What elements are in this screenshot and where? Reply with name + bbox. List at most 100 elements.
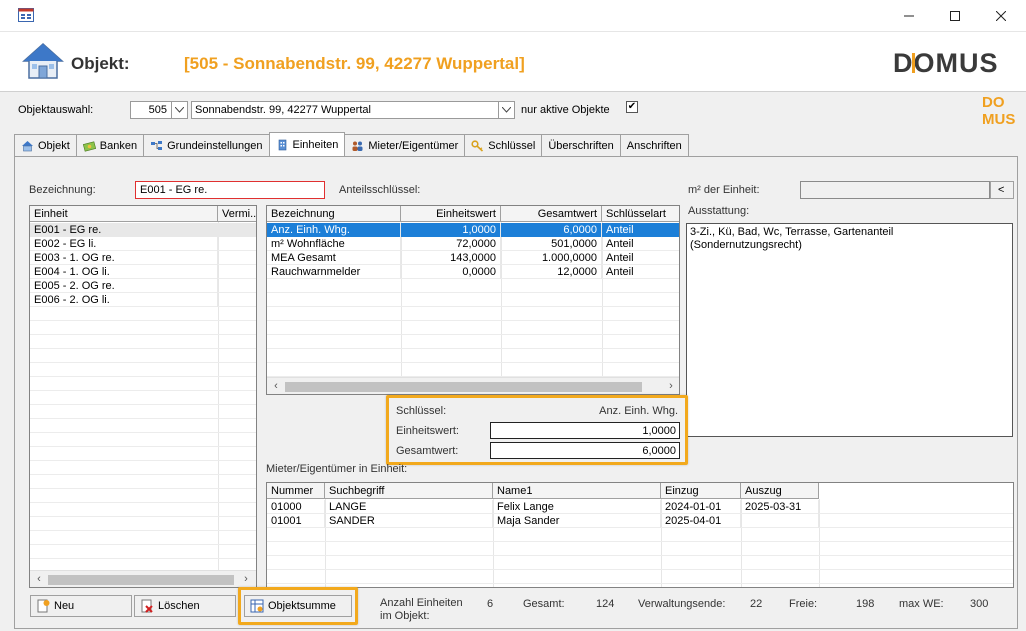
objektsumme-button[interactable]: Objektsumme xyxy=(244,595,352,617)
tab-schluessel[interactable]: Schlüssel xyxy=(464,134,543,156)
table-cell: m² Wohnfläche xyxy=(267,237,401,251)
scroll-left-icon[interactable]: ‹ xyxy=(33,573,45,586)
ausstattung-label: Ausstattung: xyxy=(688,205,750,217)
scroll-right-icon[interactable]: › xyxy=(665,380,677,393)
tenant-row[interactable]: 01000 LANGE Felix Lange 2024-01-01 2025-03-3… xyxy=(267,500,1013,514)
column-header-einheit[interactable]: Einheit xyxy=(30,206,218,222)
close-button[interactable] xyxy=(978,0,1024,32)
column-header-name1[interactable]: Name1 xyxy=(493,483,661,499)
object-label: Objekt: xyxy=(71,54,130,73)
tab-ueberschriften[interactable]: Überschriften xyxy=(541,134,621,156)
unit-list-item[interactable]: E005 - 2. OG re. xyxy=(30,279,256,293)
object-address-dropdown[interactable] xyxy=(498,101,515,119)
column-header-vermietet[interactable]: Vermi.. xyxy=(218,206,256,222)
verwaltungsende-value: 22 xyxy=(750,598,763,610)
unit-list-item[interactable]: E002 - EG li. xyxy=(30,237,256,251)
column-header-suchbegriff[interactable]: Suchbegriff xyxy=(325,483,493,499)
tab-label: Schlüssel xyxy=(488,139,536,152)
house-icon xyxy=(22,140,33,151)
scrollbar-thumb[interactable] xyxy=(285,382,642,392)
unit-list-item[interactable]: E003 - 1. OG re. xyxy=(30,251,256,265)
table-cell: Anteil xyxy=(602,237,679,251)
unit-list-item[interactable]: E006 - 2. OG li. xyxy=(30,293,256,307)
unit-list-item[interactable]: E004 - 1. OG li. xyxy=(30,265,256,279)
m2-input[interactable] xyxy=(800,181,990,199)
column-header-schluesselart[interactable]: Schlüsselart xyxy=(602,206,679,222)
key-row[interactable]: Anz. Einh. Whg. 1,0000 6,0000 Anteil xyxy=(267,223,679,237)
max-we-label: max WE: xyxy=(899,598,944,610)
objektauswahl-label: Objektauswahl: xyxy=(18,104,94,116)
table-cell: 501,0000 xyxy=(501,237,602,251)
column-header-einheitswert[interactable]: Einheitswert xyxy=(401,206,501,222)
anteilsschluessel-label: Anteilsschlüssel: xyxy=(339,184,421,196)
delete-button[interactable]: Löschen xyxy=(134,595,236,617)
tab-grundeinstellungen[interactable]: Grundeinstellungen xyxy=(143,134,270,156)
table-cell: MEA Gesamt xyxy=(267,251,401,265)
table-cell: Anteil xyxy=(602,265,679,279)
tenants-label: Mieter/Eigentümer in Einheit: xyxy=(266,463,408,475)
unit-list-item[interactable]: E001 - EG re. xyxy=(30,223,256,237)
einheitswert-label: Einheitswert: xyxy=(396,425,459,437)
table-cell: 0,0000 xyxy=(401,265,501,279)
tab-mieter-eigentuemer[interactable]: Mieter/Eigentümer xyxy=(344,134,466,156)
einheitswert-input[interactable]: 1,0000 xyxy=(490,422,680,439)
tab-label: Anschriften xyxy=(626,139,682,152)
table-cell: 72,0000 xyxy=(401,237,501,251)
tenants-grid: Nummer Suchbegriff Name1 Einzug Auszug 0… xyxy=(266,482,1014,588)
column-header-auszug[interactable]: Auszug xyxy=(741,483,819,499)
domus-logo: DOMUS xyxy=(893,48,997,76)
keys-scrollbar[interactable]: ‹ › xyxy=(267,377,679,394)
app-icon xyxy=(18,8,34,22)
delete-button-label: Löschen xyxy=(158,600,200,612)
table-cell: 143,0000 xyxy=(401,251,501,265)
table-cell xyxy=(741,514,819,528)
tenant-row[interactable]: 01001 SANDER Maja Sander 2025-04-01 xyxy=(267,514,1013,528)
svg-text:MUS: MUS xyxy=(982,111,1015,127)
objektsumme-button-label: Objektsumme xyxy=(268,600,336,612)
table-cell: Rauchwarnmelder xyxy=(267,265,401,279)
close-icon xyxy=(996,11,1006,21)
object-title: [505 - Sonnabendstr. 99, 42277 Wuppertal… xyxy=(184,54,525,73)
table-cell: Anteil xyxy=(602,251,679,265)
column-header-einzug[interactable]: Einzug xyxy=(661,483,741,499)
tab-objekt[interactable]: Objekt xyxy=(14,134,77,156)
object-number-combo[interactable]: 505 xyxy=(130,101,172,119)
bezeichnung-input[interactable]: E001 - EG re. xyxy=(135,181,325,199)
tab-anschriften[interactable]: Anschriften xyxy=(619,134,689,156)
minimize-button[interactable] xyxy=(886,0,932,32)
tab-label: Grundeinstellungen xyxy=(167,139,263,152)
active-objects-checkbox[interactable]: ✔ xyxy=(626,101,638,113)
table-cell: Anteil xyxy=(602,223,679,237)
scroll-right-icon[interactable]: › xyxy=(240,573,252,586)
ausstattung-textarea[interactable]: 3-Zi., Kü, Bad, Wc, Terrasse, Gartenante… xyxy=(686,223,1013,437)
key-icon xyxy=(471,139,484,152)
anzahl-einheiten-label: Anzahl Einheiten xyxy=(380,597,463,609)
object-address-combo[interactable]: Sonnabendstr. 99, 42277 Wuppertal xyxy=(191,101,499,119)
unit-name: E005 - 2. OG re. xyxy=(30,279,218,293)
table-cell: Anz. Einh. Whg. xyxy=(267,223,401,237)
object-number-dropdown[interactable] xyxy=(171,101,188,119)
table-cell: 12,0000 xyxy=(501,265,602,279)
units-scrollbar[interactable]: ‹ › xyxy=(30,570,256,587)
gesamtwert-input[interactable]: 6,0000 xyxy=(490,442,680,459)
m2-label: m² der Einheit: xyxy=(688,184,760,196)
units-grid-header: Einheit Vermi.. xyxy=(30,206,256,222)
key-row[interactable]: MEA Gesamt 143,0000 1.000,0000 Anteil xyxy=(267,251,679,265)
column-header-nummer[interactable]: Nummer xyxy=(267,483,325,499)
tab-einheiten[interactable]: Einheiten xyxy=(268,132,346,156)
unit-name: E003 - 1. OG re. xyxy=(30,251,218,265)
tab-banken[interactable]: Banken xyxy=(75,134,145,156)
svg-text:DO: DO xyxy=(982,94,1005,111)
new-button[interactable]: Neu xyxy=(30,595,132,617)
column-header-bezeichnung[interactable]: Bezeichnung xyxy=(267,206,401,222)
maximize-button[interactable] xyxy=(932,0,978,32)
tab-label: Banken xyxy=(99,139,138,152)
scroll-left-icon[interactable]: ‹ xyxy=(270,380,282,393)
m2-button[interactable]: < xyxy=(990,181,1014,199)
column-header-gesamtwert[interactable]: Gesamtwert xyxy=(501,206,602,222)
units-grid: Einheit Vermi.. E001 - EG re. E002 - EG l… xyxy=(29,205,257,588)
table-cell: 1.000,0000 xyxy=(501,251,602,265)
scrollbar-thumb[interactable] xyxy=(48,575,234,585)
key-row[interactable]: m² Wohnfläche 72,0000 501,0000 Anteil xyxy=(267,237,679,251)
key-row[interactable]: Rauchwarnmelder 0,0000 12,0000 Anteil xyxy=(267,265,679,279)
